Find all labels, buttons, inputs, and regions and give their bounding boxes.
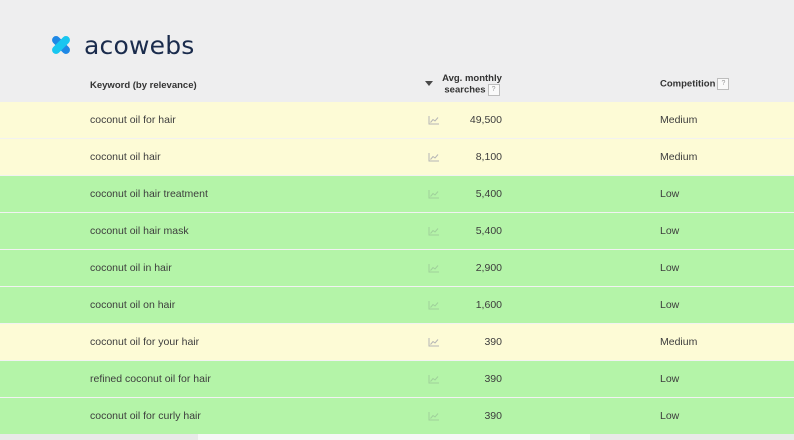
table-row[interactable]: coconut oil for hair 49,500 Medium	[0, 102, 794, 139]
searches-cell: 390	[484, 410, 502, 422]
keyword-cell: coconut oil for curly hair	[90, 410, 201, 422]
help-icon[interactable]: ?	[717, 78, 730, 90]
bottom-scroll-strip-inner	[198, 434, 590, 440]
table-row[interactable]: coconut oil for your hair 390 Medium	[0, 324, 794, 361]
searches-cell: 390	[484, 373, 502, 385]
trend-chart-icon[interactable]	[428, 374, 440, 384]
keyword-cell: refined coconut oil for hair	[90, 373, 211, 385]
keyword-cell: coconut oil hair	[90, 151, 161, 163]
table-row[interactable]: coconut oil on hair 1,600 Low	[0, 287, 794, 324]
competition-cell: Medium	[660, 336, 698, 348]
searches-cell: 49,500	[469, 114, 502, 126]
competition-cell: Low	[660, 188, 680, 200]
trend-chart-icon[interactable]	[428, 300, 440, 310]
column-header-searches-line1: Avg. monthly	[442, 73, 502, 84]
searches-cell: 8,100	[475, 151, 502, 163]
searches-cell: 390	[484, 336, 502, 348]
keyword-cell: coconut oil for your hair	[90, 336, 200, 348]
keyword-cell: coconut oil hair mask	[90, 225, 189, 237]
sort-down-icon[interactable]	[425, 81, 433, 86]
table-row[interactable]: coconut oil hair 8,100 Medium	[0, 139, 794, 176]
trend-chart-icon[interactable]	[428, 152, 440, 162]
competition-cell: Medium	[660, 151, 698, 163]
table-row[interactable]: refined coconut oil for hair 390 Low	[0, 361, 794, 398]
help-icon[interactable]: ?	[487, 84, 500, 96]
brand-name: acowebs	[84, 30, 195, 60]
competition-cell: Low	[660, 225, 680, 237]
keyword-cell: coconut oil on hair	[90, 299, 176, 311]
acowebs-logo-icon	[52, 36, 70, 54]
trend-chart-icon[interactable]	[428, 263, 440, 273]
bottom-scroll-strip	[0, 434, 794, 440]
column-header-keyword[interactable]: Keyword (by relevance)	[90, 80, 197, 91]
column-header-competition-label: Competition	[660, 78, 716, 90]
table-row[interactable]: coconut oil for curly hair 390 Low	[0, 398, 794, 435]
competition-cell: Low	[660, 299, 680, 311]
table-header: Keyword (by relevance) Avg. monthly sear…	[0, 66, 794, 102]
table-row[interactable]: coconut oil hair treatment 5,400 Low	[0, 176, 794, 213]
table-row[interactable]: coconut oil hair mask 5,400 Low	[0, 213, 794, 250]
trend-chart-icon[interactable]	[428, 115, 440, 125]
brand-logo: acowebs	[48, 28, 194, 62]
trend-chart-icon[interactable]	[428, 189, 440, 199]
column-header-searches[interactable]: Avg. monthly searches?	[438, 73, 506, 96]
trend-chart-icon[interactable]	[428, 226, 440, 236]
searches-cell: 5,400	[475, 225, 502, 237]
keyword-cell: coconut oil in hair	[90, 262, 172, 274]
competition-cell: Low	[660, 373, 680, 385]
column-header-searches-line2: searches	[444, 84, 486, 96]
searches-cell: 5,400	[475, 188, 502, 200]
searches-cell: 2,900	[475, 262, 502, 274]
column-header-competition[interactable]: Competition?	[660, 78, 730, 90]
keyword-cell: coconut oil for hair	[90, 114, 176, 126]
table-row[interactable]: coconut oil in hair 2,900 Low	[0, 250, 794, 287]
competition-cell: Low	[660, 410, 680, 422]
competition-cell: Low	[660, 262, 680, 274]
keyword-cell: coconut oil hair treatment	[90, 188, 208, 200]
searches-cell: 1,600	[475, 299, 502, 311]
competition-cell: Medium	[660, 114, 698, 126]
trend-chart-icon[interactable]	[428, 411, 440, 421]
trend-chart-icon[interactable]	[428, 337, 440, 347]
keyword-table-body: coconut oil for hair 49,500 Medium cocon…	[0, 102, 794, 435]
